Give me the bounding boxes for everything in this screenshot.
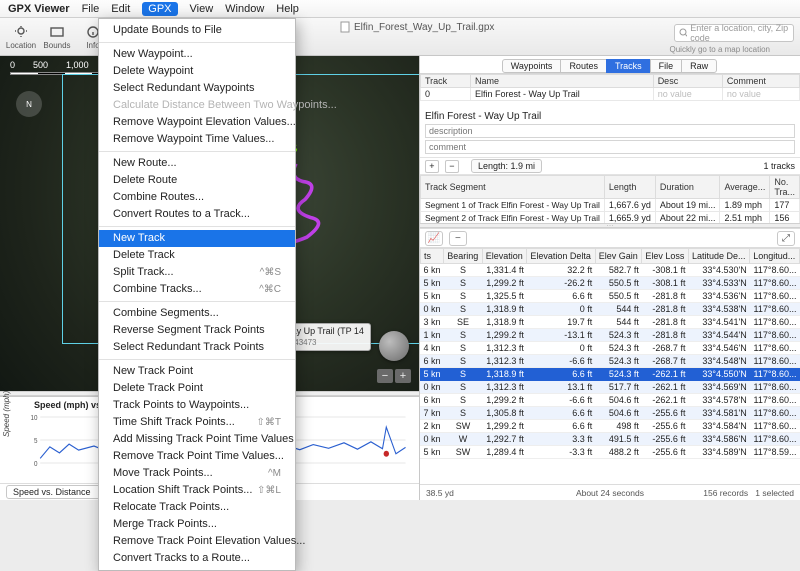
menu-item[interactable]: Remove Waypoint Elevation Values...: [99, 114, 295, 131]
menu-item[interactable]: Combine Tracks...^⌘C: [99, 281, 295, 298]
location-button[interactable]: Location: [6, 24, 36, 50]
menu-gpx[interactable]: GPX: [142, 2, 177, 16]
menu-item[interactable]: Select Redundant Track Points: [99, 339, 295, 356]
remove-track-button[interactable]: −: [445, 160, 459, 173]
menu-item[interactable]: New Track: [99, 230, 295, 247]
track-point-row[interactable]: 0 knS1,318.9 ft0 ft544 ft-281.8 ft33°4.5…: [420, 303, 799, 316]
menu-view[interactable]: View: [190, 3, 214, 15]
track-point-row[interactable]: 6 knS1,312.3 ft-6.6 ft524.3 ft-268.7 ft3…: [420, 355, 799, 368]
track-name-field[interactable]: Elfin Forest - Way Up Trail: [425, 111, 795, 122]
menu-item[interactable]: Delete Route: [99, 172, 295, 189]
menu-item[interactable]: New Waypoint...: [99, 46, 295, 63]
menu-item[interactable]: Split Track...^⌘S: [99, 264, 295, 281]
track-point-row[interactable]: 0 knW1,292.7 ft3.3 ft491.5 ft-255.6 ft33…: [420, 433, 799, 446]
track-point-row[interactable]: 0 knS1,312.3 ft13.1 ft517.7 ft-262.1 ft3…: [420, 381, 799, 394]
tracks-table[interactable]: TrackNameDescComment0Elfin Forest - Way …: [420, 74, 800, 108]
menu-item[interactable]: Convert Routes to a Track...: [99, 206, 295, 223]
tab-raw[interactable]: Raw: [681, 59, 717, 73]
track-point-row[interactable]: 5 knS1,299.2 ft-26.2 ft550.5 ft-308.1 ft…: [420, 277, 799, 290]
track-points-table[interactable]: tsBearingElevationElevation DeltaElev Ga…: [420, 248, 800, 484]
menu-item[interactable]: Remove Track Point Elevation Values...: [99, 533, 295, 550]
search-caption: Quickly go to a map location: [670, 45, 771, 54]
globe-icon[interactable]: [379, 331, 409, 361]
menu-edit[interactable]: Edit: [111, 3, 130, 15]
track-point-row[interactable]: 6 knS1,299.2 ft-6.6 ft504.6 ft-262.1 ft3…: [420, 394, 799, 407]
track-point-row[interactable]: 3 knSE1,318.9 ft19.7 ft544 ft-281.8 ft33…: [420, 316, 799, 329]
zoom-out-button[interactable]: −: [377, 369, 393, 383]
inspector-tabs: WaypointsRoutesTracksFileRaw: [420, 56, 800, 74]
menu-item[interactable]: Track Points to Waypoints...: [99, 397, 295, 414]
zoom-in-button[interactable]: +: [395, 369, 411, 383]
track-point-row[interactable]: 5 knS1,325.5 ft6.6 ft550.5 ft-281.8 ft33…: [420, 290, 799, 303]
app-name: GPX Viewer: [8, 3, 70, 15]
menu-item[interactable]: Delete Track Point: [99, 380, 295, 397]
menu-item[interactable]: Time Shift Track Points...⇧⌘T: [99, 414, 295, 431]
menu-item[interactable]: Add Missing Track Point Time Values: [99, 431, 295, 448]
menu-item[interactable]: Update Bounds to File: [99, 22, 295, 39]
menu-item[interactable]: Reverse Segment Track Points: [99, 322, 295, 339]
menu-item[interactable]: Delete Waypoint: [99, 63, 295, 80]
menu-item[interactable]: Combine Routes...: [99, 189, 295, 206]
bounds-button[interactable]: Bounds: [42, 24, 72, 50]
tab-routes[interactable]: Routes: [560, 59, 607, 73]
menu-item[interactable]: Merge Track Points...: [99, 516, 295, 533]
svg-text:5: 5: [34, 438, 38, 445]
menu-file[interactable]: File: [82, 3, 100, 15]
track-point-row[interactable]: 5 knSW1,289.4 ft-3.3 ft488.2 ft-255.6 ft…: [420, 446, 799, 459]
location-search[interactable]: Enter a location, city, Zip code: [674, 24, 794, 42]
chart-ylabel: Speed (mph): [2, 391, 11, 437]
segment-row[interactable]: Segment 1 of Track Elfin Forest - Way Up…: [420, 199, 799, 212]
track-length-badge: Length: 1.9 mi: [471, 159, 542, 173]
svg-text:10: 10: [31, 415, 38, 422]
menu-item[interactable]: New Track Point: [99, 363, 295, 380]
tab-waypoints[interactable]: Waypoints: [502, 59, 562, 73]
menu-item[interactable]: Select Redundant Waypoints: [99, 80, 295, 97]
svg-text:0: 0: [34, 461, 38, 468]
menu-item[interactable]: Remove Track Point Time Values...: [99, 448, 295, 465]
menu-window[interactable]: Window: [225, 3, 264, 15]
minus-tool-button[interactable]: −: [449, 231, 467, 246]
expand-tool-button[interactable]: ⤢: [777, 231, 795, 246]
tab-tracks[interactable]: Tracks: [606, 59, 651, 73]
menu-help[interactable]: Help: [276, 3, 299, 15]
document-title: Elfin_Forest_Way_Up_Trail.gpx: [340, 21, 494, 33]
menu-item[interactable]: Location Shift Track Points...⇧⌘L: [99, 482, 295, 499]
track-point-row[interactable]: 4 knS1,312.3 ft0 ft524.3 ft-268.7 ft33°4…: [420, 342, 799, 355]
menu-item[interactable]: Combine Segments...: [99, 305, 295, 322]
gpx-menu-dropdown[interactable]: Update Bounds to FileNew Waypoint...Dele…: [98, 18, 296, 571]
track-desc-input[interactable]: [425, 124, 795, 138]
menubar: GPX Viewer File Edit GPX View Window Help: [0, 0, 800, 18]
menu-item[interactable]: Convert Tracks to a Route...: [99, 550, 295, 567]
menu-item[interactable]: Delete Track: [99, 247, 295, 264]
track-comment-input[interactable]: [425, 140, 795, 154]
chart-type-selector[interactable]: Speed vs. Distance: [6, 485, 106, 499]
chart-tool-button[interactable]: 📈: [425, 231, 443, 246]
track-point-row[interactable]: 5 knS1,318.9 ft6.6 ft524.3 ft-262.1 ft33…: [420, 368, 799, 381]
tab-file[interactable]: File: [650, 59, 683, 73]
track-point-row[interactable]: 7 knS1,305.8 ft6.6 ft504.6 ft-255.6 ft33…: [420, 407, 799, 420]
menu-item[interactable]: Move Track Points...^M: [99, 465, 295, 482]
track-point-row[interactable]: 1 knS1,299.2 ft-13.1 ft524.3 ft-281.8 ft…: [420, 329, 799, 342]
segments-table[interactable]: Track SegmentLengthDurationAverage...No.…: [420, 175, 800, 223]
menu-item[interactable]: New Route...: [99, 155, 295, 172]
menu-item[interactable]: Relocate Track Points...: [99, 499, 295, 516]
track-point-row[interactable]: 2 knSW1,299.2 ft6.6 ft498 ft-255.6 ft33°…: [420, 420, 799, 433]
status-bar: 38.5 yd About 24 seconds 156 records 1 s…: [420, 484, 800, 500]
track-point-row[interactable]: 6 knS1,331.4 ft32.2 ft582.7 ft-308.1 ft3…: [420, 264, 799, 277]
menu-item: Calculate Distance Between Two Waypoints…: [99, 97, 295, 114]
search-icon: [679, 28, 687, 38]
tracks-count: 1 tracks: [763, 161, 795, 171]
menu-item[interactable]: Remove Waypoint Time Values...: [99, 131, 295, 148]
document-icon: [340, 21, 350, 33]
add-track-button[interactable]: +: [425, 160, 439, 173]
